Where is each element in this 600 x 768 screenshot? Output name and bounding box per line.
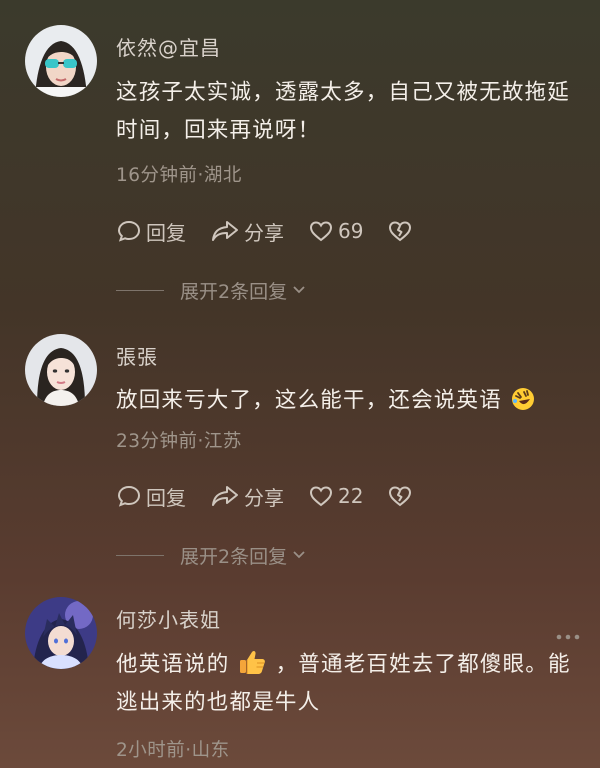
broken-heart-icon xyxy=(389,221,412,242)
username[interactable]: 依然@宜昌 xyxy=(116,32,221,61)
comment-text: 这孩子太实诚，透露太多，自己又被无故拖延时间，回来再说呀！ xyxy=(116,80,571,143)
like-button[interactable]: 69 xyxy=(308,218,363,244)
broken-heart-icon xyxy=(389,486,412,507)
reply-label: 回复 xyxy=(146,220,186,245)
comment-time-location: 16分钟前·湖北 xyxy=(116,165,242,186)
expand-replies-label: 展开2条回复 xyxy=(180,545,288,568)
comment-text: 他英语说的 ，普通老百姓去了都傻眼。能逃出来的也都是牛人 xyxy=(116,646,576,722)
divider xyxy=(116,554,164,556)
comment-time-location: 2小时前·山东 xyxy=(116,740,230,761)
share-label: 分享 xyxy=(244,220,284,245)
avatar[interactable] xyxy=(25,597,97,669)
share-arrow-icon xyxy=(212,486,238,506)
reply-button[interactable]: 回复 xyxy=(116,217,186,246)
avatar[interactable] xyxy=(25,334,97,406)
comment-bubble-icon xyxy=(117,485,141,507)
like-count: 22 xyxy=(338,484,364,508)
comment-text-body: 放回来亏大了，这么能干，还会说英语 xyxy=(116,388,502,413)
comment-bubble-icon xyxy=(117,220,141,242)
comment-item: 何莎小表姐 他英语说的 ，普通老百姓去了都傻眼。能逃出来的也都是牛人 2小时前·… xyxy=(0,580,600,768)
expand-replies-label: 展开2条回复 xyxy=(180,280,288,303)
comment-actions: 回复 分享 69 xyxy=(116,217,441,245)
chevron-down-icon xyxy=(293,286,305,294)
chevron-down-icon xyxy=(293,551,305,559)
more-dots-icon[interactable] xyxy=(556,626,580,640)
like-button[interactable]: 22 xyxy=(308,483,363,509)
comment-item: 張張 放回来亏大了，这么能干，还会说英语 23分钟前·江苏 回复 分享 22 展… xyxy=(0,310,600,580)
reply-button[interactable]: 回复 xyxy=(116,482,186,511)
share-button[interactable]: 分享 xyxy=(210,217,284,246)
share-arrow-icon xyxy=(212,221,238,241)
share-label: 分享 xyxy=(244,485,284,510)
thumbs-up-emoji xyxy=(239,650,265,674)
username[interactable]: 何莎小表姐 xyxy=(116,604,221,633)
expand-replies-button[interactable]: 展开2条回复 xyxy=(116,277,307,303)
username[interactable]: 張張 xyxy=(116,341,158,370)
comment-text: 放回来亏大了，这么能干，还会说英语 xyxy=(116,382,576,420)
heart-outline-icon xyxy=(309,486,333,507)
reply-label: 回复 xyxy=(146,485,186,510)
rolling-laughing-emoji xyxy=(511,388,534,410)
comment-time-location: 23分钟前·江苏 xyxy=(116,431,242,452)
dislike-button[interactable] xyxy=(387,483,417,509)
like-count: 69 xyxy=(338,219,364,243)
dislike-button[interactable] xyxy=(387,218,417,244)
expand-replies-button[interactable]: 展开2条回复 xyxy=(116,542,307,568)
comment-actions: 回复 分享 22 xyxy=(116,482,441,510)
divider xyxy=(116,289,164,291)
heart-outline-icon xyxy=(309,221,333,242)
share-button[interactable]: 分享 xyxy=(210,482,284,511)
comment-item: 依然@宜昌 这孩子太实诚，透露太多，自己又被无故拖延时间，回来再说呀！ 16分钟… xyxy=(0,0,600,310)
comment-text-part1: 他英语说的 xyxy=(116,652,230,677)
avatar[interactable] xyxy=(25,25,97,97)
